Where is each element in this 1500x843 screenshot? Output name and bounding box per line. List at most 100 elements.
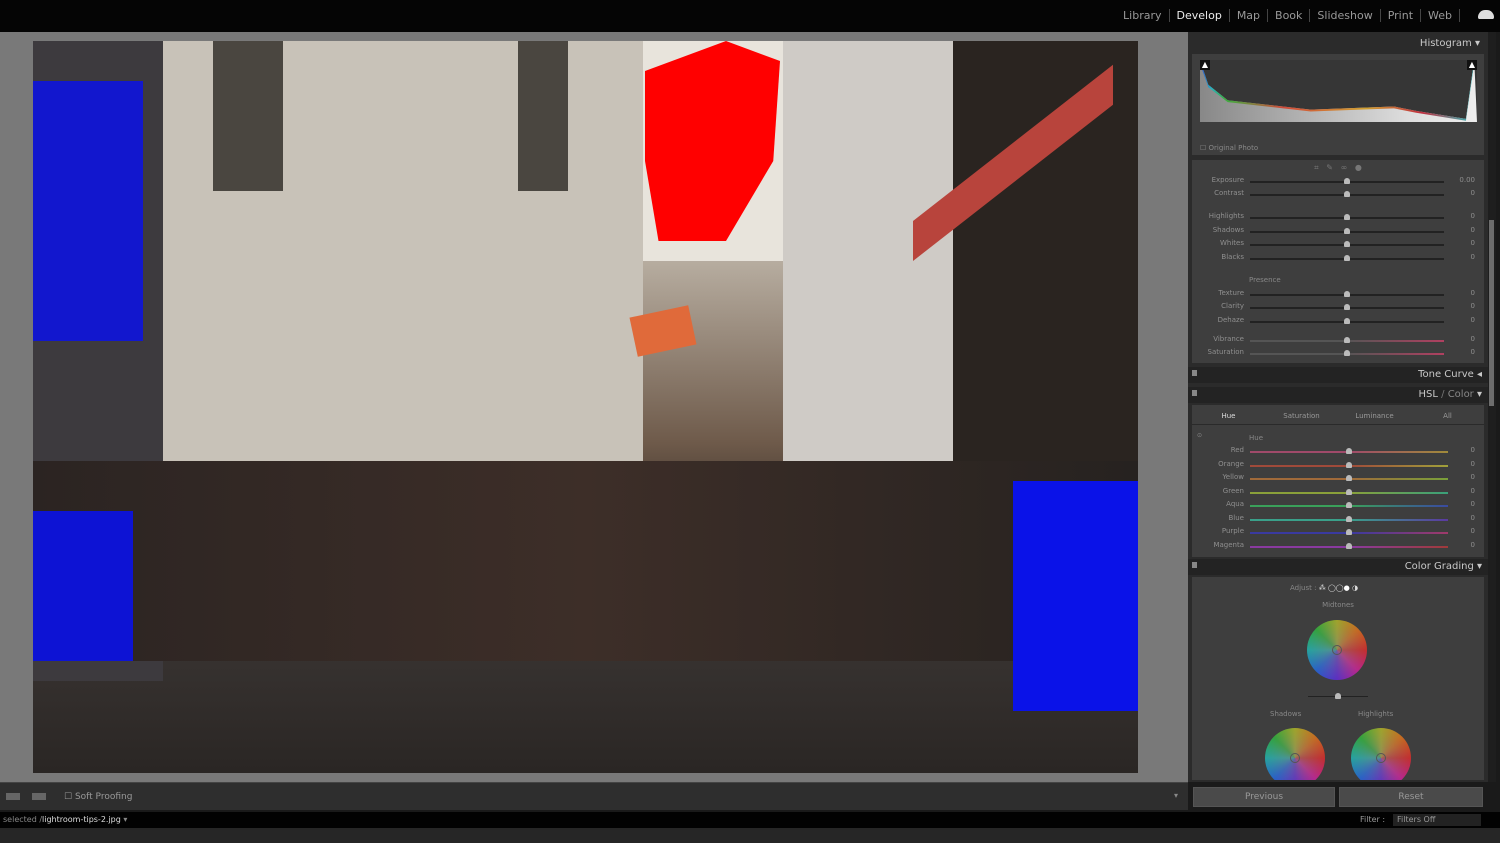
highlights-color-wheel[interactable] — [1351, 728, 1411, 780]
cloud-icon[interactable] — [1478, 10, 1494, 19]
highlights-view-icon[interactable]: ● — [1344, 584, 1350, 592]
hsl-title[interactable]: HSL — [1419, 389, 1438, 400]
slider-thumb[interactable] — [1344, 191, 1350, 197]
original-photo-checkbox[interactable]: ☐ — [1200, 144, 1209, 152]
hsl-header[interactable]: HSL / Color ▾ — [1188, 387, 1488, 403]
filter-dropdown[interactable]: Filters Off — [1393, 814, 1481, 826]
panel-toggle-icon[interactable] — [1192, 390, 1197, 396]
slider-thumb[interactable] — [1346, 515, 1352, 522]
slider-label: Green — [1222, 486, 1244, 495]
before-after-icon[interactable] — [6, 793, 20, 800]
slider-value[interactable]: 0 — [1455, 316, 1475, 324]
healing-icon[interactable]: ✎ — [1326, 163, 1333, 172]
original-photo-label: Original Photo — [1208, 144, 1259, 152]
red-eye-icon[interactable]: ∞ — [1341, 163, 1348, 172]
slider-thumb[interactable] — [1344, 304, 1350, 310]
module-print[interactable]: Print — [1381, 9, 1422, 22]
histogram-title[interactable]: Histogram — [1420, 38, 1472, 49]
module-develop[interactable]: Develop — [1170, 9, 1230, 22]
module-map[interactable]: Map — [1230, 9, 1269, 22]
crop-icon[interactable]: ⌗ — [1314, 163, 1319, 172]
tone-curve-header[interactable]: Tone Curve ◂ — [1188, 367, 1488, 383]
slider-value[interactable]: 0 — [1455, 473, 1475, 481]
slider-value[interactable]: 0 — [1455, 527, 1475, 535]
shadows-view-icon[interactable]: ◯ — [1328, 584, 1336, 592]
tab-luminance[interactable]: Luminance — [1338, 407, 1411, 424]
midtones-color-wheel[interactable] — [1307, 620, 1367, 680]
slider-thumb[interactable] — [1344, 337, 1350, 343]
histogram-chart[interactable]: ▲ ▲ — [1200, 60, 1477, 122]
global-view-icon[interactable]: ◑ — [1352, 584, 1358, 592]
photo-preview[interactable] — [33, 41, 1138, 773]
slider-value[interactable]: 0 — [1455, 226, 1475, 234]
slider-value[interactable]: 0 — [1455, 487, 1475, 495]
slider-value[interactable]: 0.00 — [1455, 176, 1475, 184]
slider-thumb[interactable] — [1344, 214, 1350, 220]
wheel-center-handle[interactable] — [1376, 753, 1386, 763]
slider-value[interactable]: 0 — [1455, 446, 1475, 454]
tab-hue[interactable]: Hue — [1192, 407, 1265, 424]
toolbar-menu-icon[interactable]: ▾ — [1174, 791, 1178, 800]
color-title[interactable]: Color — [1448, 389, 1474, 400]
tab-all[interactable]: All — [1411, 407, 1484, 424]
slider-value[interactable]: 0 — [1455, 253, 1475, 261]
wheel-center-handle[interactable] — [1290, 753, 1300, 763]
slider-value[interactable]: 0 — [1455, 302, 1475, 310]
panel-scrollbar[interactable] — [1488, 32, 1496, 782]
slider-thumb[interactable] — [1344, 241, 1350, 247]
slider-thumb[interactable] — [1346, 488, 1352, 495]
slider-thumb[interactable] — [1346, 461, 1352, 468]
slider-thumb[interactable] — [1346, 475, 1352, 481]
slider-value[interactable]: 0 — [1455, 348, 1475, 356]
slider-value[interactable]: 0 — [1455, 239, 1475, 247]
slider-label: Magenta — [1213, 540, 1244, 549]
slider-thumb[interactable] — [1344, 350, 1350, 356]
module-library[interactable]: Library — [1116, 9, 1170, 22]
shadow-clipping-warning-icon[interactable]: ▲ — [1200, 60, 1210, 70]
slider-value[interactable]: 0 — [1455, 514, 1475, 522]
slider-thumb[interactable] — [1344, 178, 1350, 184]
slider-value[interactable]: 0 — [1455, 460, 1475, 468]
slider-value[interactable]: 0 — [1455, 212, 1475, 220]
masking-icon[interactable]: ● — [1355, 163, 1362, 172]
before-after-swap-icon[interactable] — [32, 793, 46, 800]
slider-thumb[interactable] — [1335, 693, 1341, 699]
wheel-center-handle[interactable] — [1332, 645, 1342, 655]
slider-thumb[interactable] — [1344, 291, 1350, 297]
highlights-label: Highlights — [1358, 710, 1394, 718]
scrollbar-thumb[interactable] — [1489, 220, 1494, 406]
slider-thumb[interactable] — [1346, 542, 1352, 549]
three-way-icon[interactable]: ⁂ — [1319, 584, 1326, 592]
slider-thumb[interactable] — [1346, 502, 1352, 508]
panel-toggle-icon[interactable] — [1192, 562, 1197, 568]
module-picker: Library Develop Map Book Slideshow Print Web — [1116, 9, 1460, 22]
slider-value[interactable]: 0 — [1455, 541, 1475, 549]
midtones-view-icon[interactable]: ◯ — [1336, 584, 1344, 592]
module-book[interactable]: Book — [1268, 9, 1311, 22]
highlight-clipping-warning-icon[interactable]: ▲ — [1467, 60, 1477, 70]
shadows-color-wheel[interactable] — [1265, 728, 1325, 780]
slider-thumb[interactable] — [1344, 228, 1350, 234]
soft-proofing-checkbox[interactable]: ☐ — [64, 792, 75, 802]
targeted-adjustment-icon[interactable]: ⊙ — [1197, 432, 1202, 439]
slider-thumb[interactable] — [1346, 448, 1352, 454]
slider-thumb[interactable] — [1344, 255, 1350, 261]
slider-thumb[interactable] — [1346, 529, 1352, 535]
module-slideshow[interactable]: Slideshow — [1310, 9, 1381, 22]
selection-info: selected / — [3, 815, 43, 824]
slider-value[interactable]: 0 — [1455, 335, 1475, 343]
tool-strip: ⌗ ✎ ∞ ● — [1192, 160, 1484, 176]
slider-thumb[interactable] — [1344, 318, 1350, 324]
panel-toggle-icon[interactable] — [1192, 370, 1197, 376]
filename-label[interactable]: lightroom-tips-2.jpg — [42, 815, 121, 824]
slider-value[interactable]: 0 — [1455, 189, 1475, 197]
title-separator: / — [1437, 389, 1448, 400]
reset-button[interactable]: Reset — [1339, 787, 1483, 807]
slider-value[interactable]: 0 — [1455, 289, 1475, 297]
previous-button[interactable]: Previous — [1193, 787, 1335, 807]
color-grading-header[interactable]: Color Grading ▾ — [1188, 559, 1488, 575]
tab-saturation[interactable]: Saturation — [1265, 407, 1338, 424]
soft-proofing-label[interactable]: Soft Proofing — [75, 792, 133, 802]
module-web[interactable]: Web — [1421, 9, 1460, 22]
slider-value[interactable]: 0 — [1455, 500, 1475, 508]
